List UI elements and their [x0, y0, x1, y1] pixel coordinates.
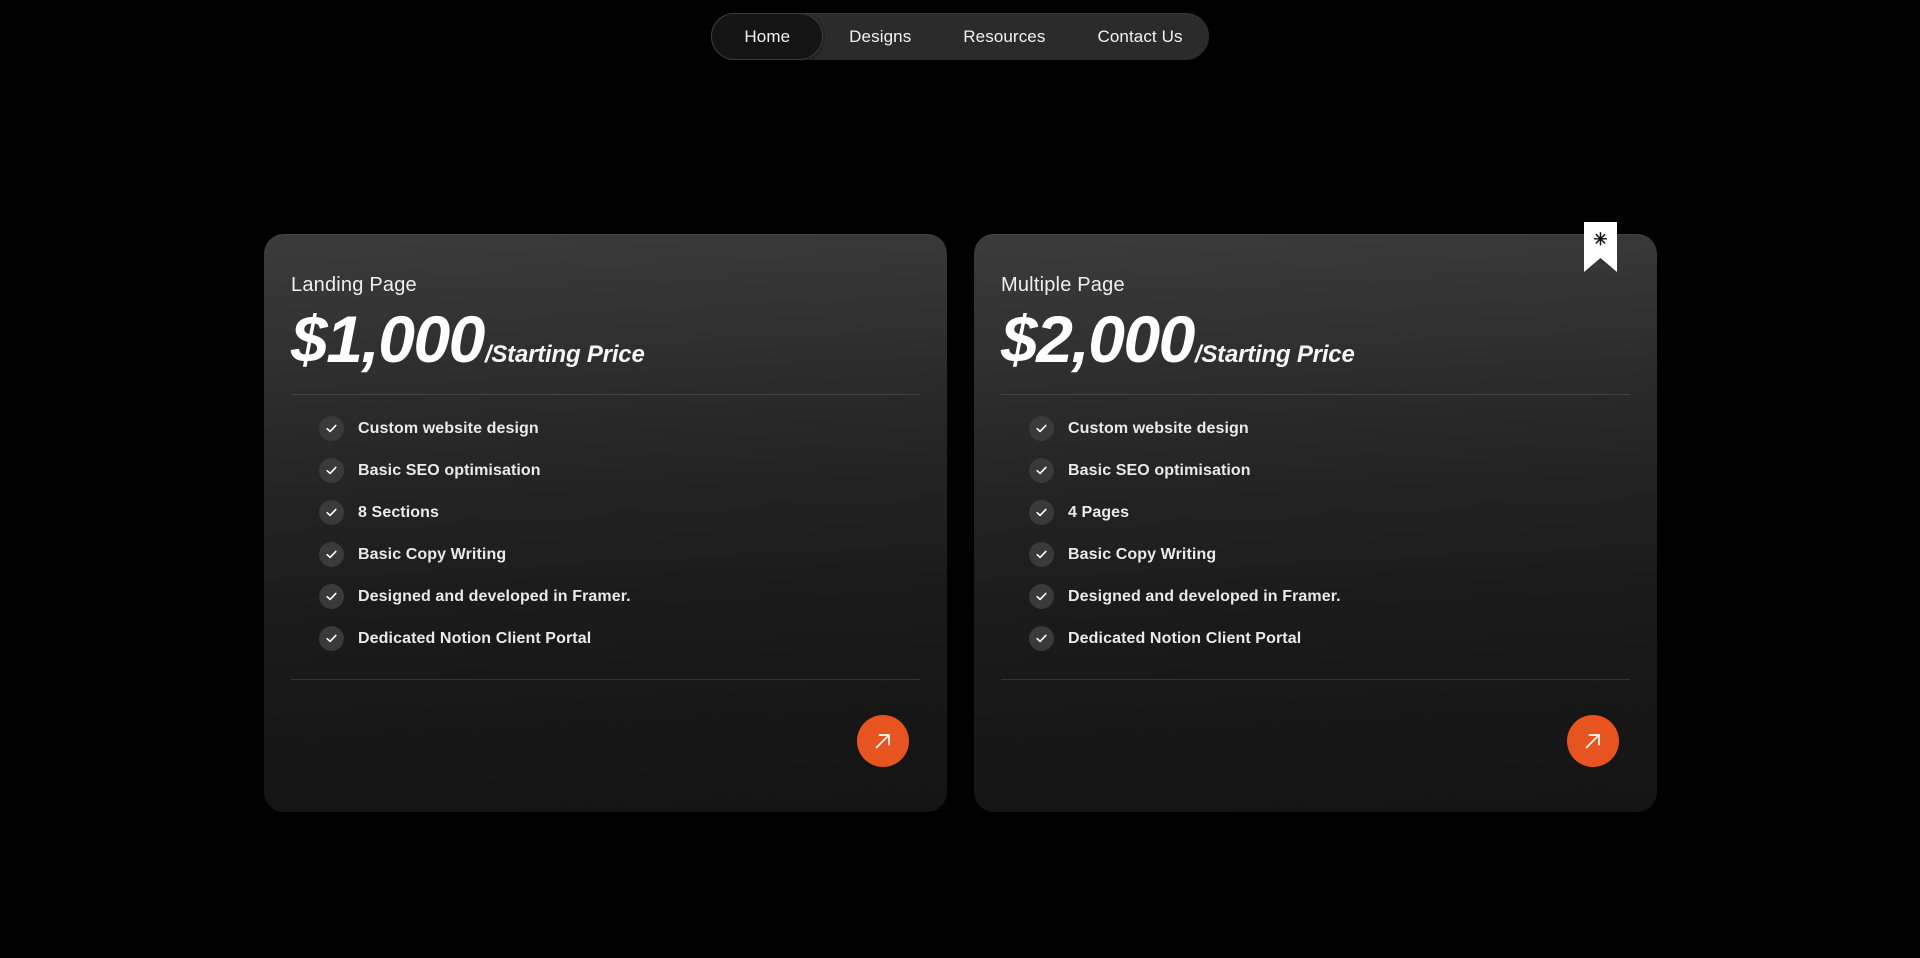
sparkle-icon: ✳ — [1593, 230, 1608, 249]
feature-item: Custom website design — [1029, 416, 1341, 441]
feature-label: Basic Copy Writing — [358, 545, 507, 563]
check-icon — [319, 416, 344, 441]
feature-label: Custom website design — [1068, 419, 1249, 437]
check-icon — [1029, 626, 1054, 651]
card-title: Landing Page — [291, 274, 417, 296]
price-amount: $2,000 — [1001, 302, 1195, 376]
pricing-cards: Landing Page $1,000/Starting Price Custom … — [264, 222, 1657, 812]
check-icon — [1029, 458, 1054, 483]
check-icon — [1029, 542, 1054, 567]
feature-item: Dedicated Notion Client Portal — [1029, 626, 1341, 651]
price-row: $2,000/Starting Price — [1001, 306, 1355, 372]
feature-label: 8 Sections — [358, 503, 440, 521]
pricing-card: Multiple Page $2,000/Starting Price Custom… — [974, 222, 1657, 812]
feature-label: Custom website design — [358, 419, 539, 437]
feature-label: Designed and developed in Framer. — [358, 587, 631, 605]
divider-top — [1001, 394, 1630, 395]
feature-item: Basic Copy Writing — [1029, 542, 1341, 567]
nav-item-home[interactable]: Home — [711, 13, 824, 60]
check-icon — [319, 584, 344, 609]
divider-bottom — [1001, 679, 1630, 680]
divider-bottom — [291, 679, 920, 680]
price-amount: $1,000 — [291, 302, 485, 376]
check-icon — [319, 626, 344, 651]
check-icon — [1029, 584, 1054, 609]
feature-label: Dedicated Notion Client Portal — [358, 629, 592, 647]
nav-item-designs[interactable]: Designs — [823, 13, 937, 60]
check-icon — [319, 500, 344, 525]
check-icon — [1029, 500, 1054, 525]
feature-item: Dedicated Notion Client Portal — [319, 626, 631, 651]
feature-label: Dedicated Notion Client Portal — [1068, 629, 1302, 647]
arrow-up-right-icon — [1580, 728, 1606, 754]
feature-item: Basic Copy Writing — [319, 542, 631, 567]
check-icon — [319, 542, 344, 567]
feature-item: Designed and developed in Framer. — [1029, 584, 1341, 609]
card-body: Multiple Page $2,000/Starting Price Custom… — [974, 234, 1657, 812]
card-body: Landing Page $1,000/Starting Price Custom … — [264, 234, 947, 812]
top-navigation: Home Designs Resources Contact Us — [0, 13, 1920, 60]
feature-item: Designed and developed in Framer. — [319, 584, 631, 609]
feature-item: 4 Pages — [1029, 500, 1341, 525]
arrow-up-right-icon — [870, 728, 896, 754]
check-icon — [1029, 416, 1054, 441]
feature-label: Basic SEO optimisation — [358, 461, 541, 479]
feature-label: 4 Pages — [1068, 503, 1130, 521]
feature-item: Custom website design — [319, 416, 631, 441]
feature-label: Basic SEO optimisation — [1068, 461, 1251, 479]
price-suffix: /Starting Price — [1194, 341, 1355, 368]
check-icon — [319, 458, 344, 483]
nav-item-resources[interactable]: Resources — [937, 13, 1071, 60]
feature-list: Custom website design Basic SEO optimisat… — [319, 416, 631, 651]
feature-item: 8 Sections — [319, 500, 631, 525]
divider-top — [291, 394, 920, 395]
nav-pill: Home Designs Resources Contact Us — [711, 13, 1209, 60]
card-cta-button[interactable] — [857, 715, 909, 767]
feature-label: Designed and developed in Framer. — [1068, 587, 1341, 605]
nav-item-contact-us[interactable]: Contact Us — [1071, 13, 1208, 60]
price-row: $1,000/Starting Price — [291, 306, 645, 372]
feature-item: Basic SEO optimisation — [1029, 458, 1341, 483]
feature-item: Basic SEO optimisation — [319, 458, 631, 483]
feature-list: Custom website design Basic SEO optimisat… — [1029, 416, 1341, 651]
feature-label: Basic Copy Writing — [1068, 545, 1217, 563]
pricing-card: Landing Page $1,000/Starting Price Custom … — [264, 234, 947, 812]
card-title: Multiple Page — [1001, 274, 1125, 296]
card-cta-button[interactable] — [1567, 715, 1619, 767]
price-suffix: /Starting Price — [484, 341, 645, 368]
